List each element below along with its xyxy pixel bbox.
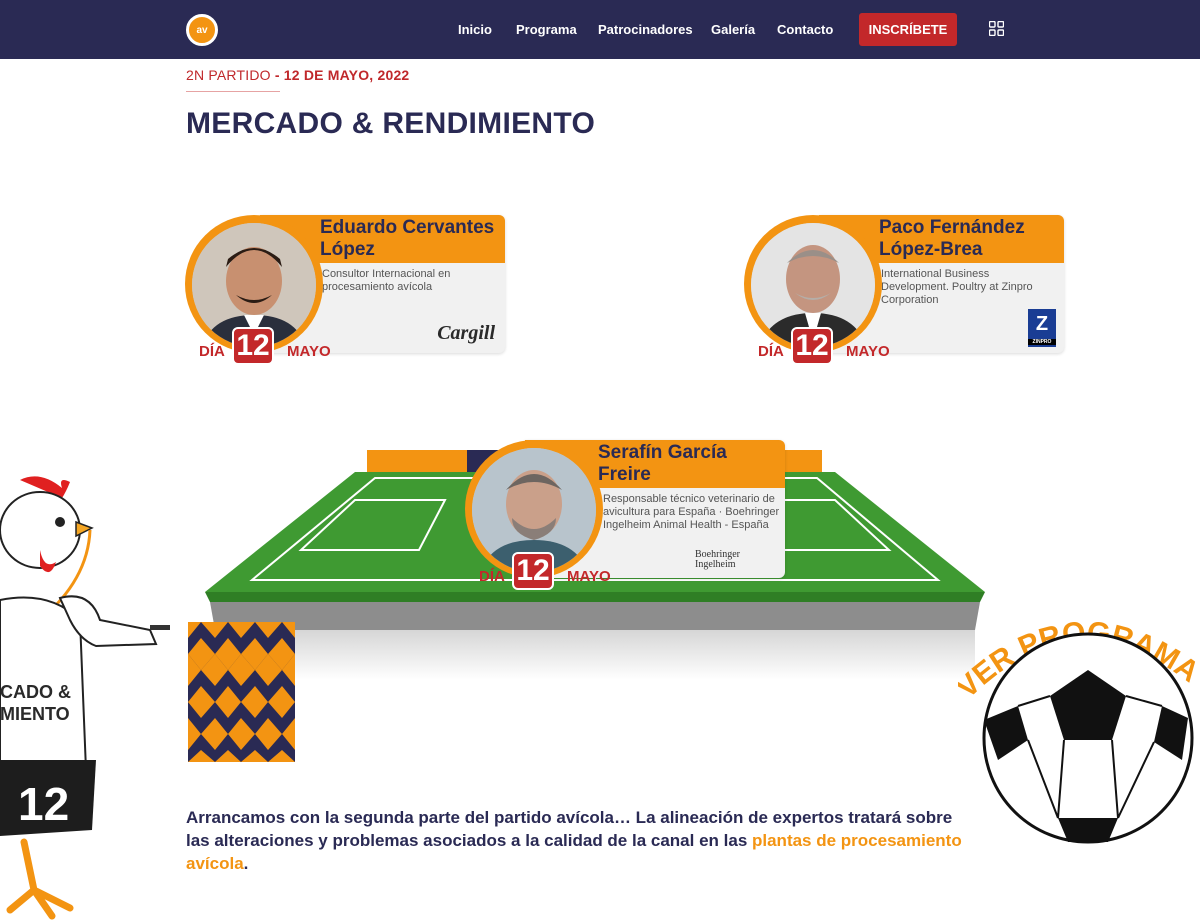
- speaker-card-fernandez[interactable]: Paco Fernández López-Brea International …: [744, 215, 1064, 365]
- mascot-shirt-text-1: CADO &: [0, 682, 71, 702]
- kicker-underline: [186, 91, 280, 92]
- nav-link-patrocinadores[interactable]: Patrocinadores: [598, 22, 693, 37]
- speaker-date-badge: DÍA 12 MAYO: [758, 327, 908, 367]
- month-label: MAYO: [287, 343, 331, 360]
- sponsor-mark: Z: [1035, 313, 1049, 335]
- day-number: 12: [791, 327, 833, 365]
- speaker-name: Eduardo Cervantes López: [320, 217, 495, 260]
- grid-menu-icon[interactable]: [989, 21, 1004, 36]
- speaker-name: Serafín García Freire: [598, 442, 727, 485]
- ver-programa-ball[interactable]: VER PROGRAMA: [958, 600, 1200, 850]
- speaker-role: International Business Development. Poul…: [881, 268, 1033, 306]
- sponsor-wordmark: ZINPRO: [1028, 339, 1056, 345]
- nav-link-inicio[interactable]: Inicio: [458, 22, 492, 37]
- mascot-shirt-number: 12: [18, 778, 69, 830]
- checkered-flag-illustration: [188, 622, 295, 762]
- speaker-card-cervantes[interactable]: Eduardo Cervantes López Consultor Intern…: [185, 215, 505, 365]
- rooster-mascot-illustration: CADO & MIENTO 12: [0, 476, 170, 920]
- month-label: MAYO: [567, 568, 611, 585]
- nav-link-programa[interactable]: Programa: [516, 22, 577, 37]
- month-label: MAYO: [846, 343, 890, 360]
- kicker-prefix: 2N PARTIDO: [186, 67, 271, 83]
- day-number: 12: [512, 552, 554, 590]
- inscribete-button[interactable]: INSCRÍBETE: [859, 13, 957, 46]
- intro-paragraph: Arrancamos con la segunda parte del part…: [186, 806, 976, 875]
- event-kicker: 2N PARTIDO - 12 DE MAYO, 2022: [186, 67, 409, 83]
- nav-link-contacto[interactable]: Contacto: [777, 22, 833, 37]
- kicker-separator: -: [270, 67, 284, 83]
- intro-text-end: .: [243, 854, 249, 873]
- logo-text: av: [196, 24, 208, 36]
- day-label: DÍA: [758, 343, 784, 360]
- site-logo[interactable]: av: [186, 14, 218, 46]
- sponsor-logo-boehringer: Boehringer Ingelheim: [695, 549, 740, 570]
- mascot-shirt-text-2: MIENTO: [0, 704, 70, 724]
- top-navbar: av Inicio Programa Patrocinadores Galerí…: [0, 0, 1200, 59]
- speaker-role: Consultor Internacional en procesamiento…: [322, 268, 451, 293]
- speaker-card-garcia[interactable]: Serafín García Freire Responsable técnic…: [465, 440, 785, 590]
- day-label: DÍA: [199, 343, 225, 360]
- sponsor-logo-zinpro: Z ZINPRO: [1028, 309, 1056, 347]
- speaker-role: Responsable técnico veterinario de avicu…: [603, 493, 780, 531]
- day-label: DÍA: [479, 568, 505, 585]
- nav-link-galeria[interactable]: Galería: [711, 22, 755, 37]
- speaker-date-badge: DÍA 12 MAYO: [479, 552, 629, 592]
- page-title: MERCADO & RENDIMIENTO: [186, 107, 596, 140]
- speaker-name: Paco Fernández López-Brea: [879, 217, 1025, 260]
- kicker-date: 12 DE MAYO, 2022: [283, 67, 410, 83]
- speaker-date-badge: DÍA 12 MAYO: [199, 327, 349, 367]
- sponsor-logo-cargill: Cargill: [437, 322, 495, 344]
- day-number: 12: [232, 327, 274, 365]
